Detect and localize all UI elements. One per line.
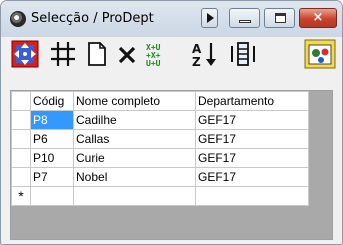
svg-text:U+U: U+U: [146, 59, 161, 68]
column-header-nome[interactable]: Nome completo: [73, 91, 196, 111]
svg-text:Z: Z: [192, 55, 201, 68]
row-selector[interactable]: [11, 110, 31, 130]
toolbar: X+U +X+ U+U A Z: [1, 37, 342, 87]
cell-departamento[interactable]: GEF17: [195, 148, 309, 168]
minimize-button[interactable]: [229, 8, 260, 28]
cell-codigo[interactable]: P7: [30, 167, 74, 187]
header-row: Códig Nome completo Departamento: [11, 91, 309, 111]
row-selector[interactable]: [11, 129, 31, 149]
new-row[interactable]: *: [11, 186, 309, 206]
help-button[interactable]: [201, 8, 218, 28]
row-selector[interactable]: [11, 148, 31, 168]
column-icon[interactable]: [229, 40, 257, 68]
sort-columns-icon[interactable]: X+U +X+ U+U: [144, 40, 174, 68]
new-row-marker[interactable]: *: [11, 186, 31, 206]
table-row[interactable]: P6 Callas GEF17: [11, 129, 309, 149]
row-selector[interactable]: [11, 167, 31, 187]
column-header-codigo[interactable]: Códig: [30, 91, 74, 111]
move-icon[interactable]: [11, 40, 39, 68]
cell-nome[interactable]: Cadilhe: [73, 110, 196, 130]
maximize-button[interactable]: [264, 8, 295, 28]
table-row[interactable]: P8 Cadilhe GEF17: [11, 110, 309, 130]
window: Selecção / ProDept × X+U +X+ U+U A Z Cód…: [0, 0, 343, 245]
window-title: Selecção / ProDept: [31, 11, 154, 26]
delete-icon[interactable]: [115, 40, 139, 68]
cell-codigo[interactable]: P10: [30, 148, 74, 168]
data-grid[interactable]: Códig Nome completo Departamento P8 Cadi…: [10, 90, 333, 240]
cell-codigo[interactable]: P6: [30, 129, 74, 149]
cell-nome[interactable]: Callas: [73, 129, 196, 149]
cell-departamento[interactable]: GEF17: [195, 110, 309, 130]
cell-codigo[interactable]: P8: [30, 110, 74, 130]
app-icon[interactable]: [10, 11, 26, 27]
cell-codigo[interactable]: [30, 186, 74, 206]
cell-departamento[interactable]: GEF17: [195, 129, 309, 149]
cell-departamento[interactable]: GEF17: [195, 167, 309, 187]
table-row[interactable]: P7 Nobel GEF17: [11, 167, 309, 187]
cell-nome[interactable]: Nobel: [73, 167, 196, 187]
close-button[interactable]: ×: [299, 8, 337, 28]
query-icon[interactable]: [304, 39, 336, 69]
svg-text:A: A: [192, 42, 202, 56]
table-row[interactable]: P10 Curie GEF17: [11, 148, 309, 168]
new-document-icon[interactable]: [85, 40, 109, 68]
title-bar[interactable]: Selecção / ProDept ×: [1, 1, 342, 37]
corner-header[interactable]: [11, 91, 31, 111]
grid-icon[interactable]: [49, 40, 77, 68]
close-icon: ×: [312, 10, 324, 25]
sort-az-icon[interactable]: A Z: [191, 40, 219, 68]
cell-nome[interactable]: Curie: [73, 148, 196, 168]
cell-nome[interactable]: [73, 186, 196, 206]
cell-departamento[interactable]: [195, 186, 309, 206]
column-header-departamento[interactable]: Departamento: [195, 91, 309, 111]
